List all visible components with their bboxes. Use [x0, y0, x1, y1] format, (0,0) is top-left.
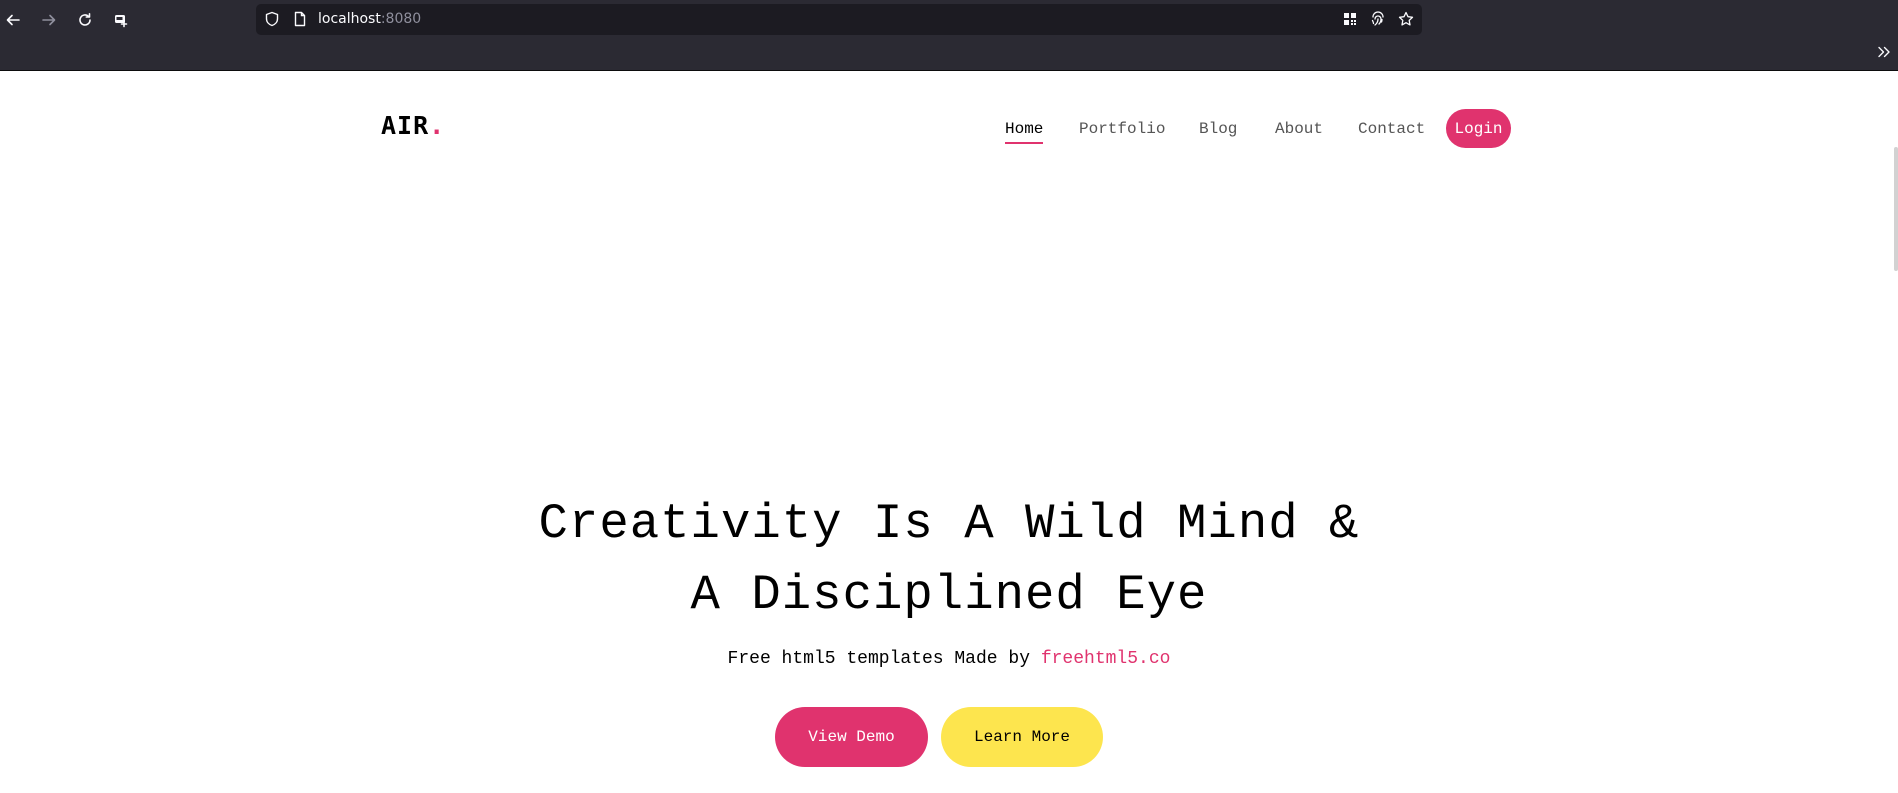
url-text[interactable]: localhost:8080: [318, 10, 421, 29]
main-nav: Home Portfolio Blog About Contact Login: [0, 109, 1898, 149]
url-port: :8080: [380, 11, 422, 27]
learn-more-label: Learn More: [973, 728, 1070, 746]
login-button-label: Login: [1454, 119, 1503, 138]
browser-toolbar: localhost:8080: [0, 0, 1898, 71]
reload-icon[interactable]: [73, 8, 97, 32]
hero-title: Creativity Is A Wild Mind & A Discipline…: [0, 489, 1898, 631]
learn-more-button[interactable]: Learn More: [941, 707, 1103, 767]
forward-arrow-icon[interactable]: [37, 8, 61, 32]
nav-item-home-label: Home: [1005, 120, 1044, 138]
screenshot-icon[interactable]: [109, 8, 133, 32]
nav-item-contact-label: Contact: [1358, 120, 1426, 138]
nav-item-blog[interactable]: Blog: [1199, 109, 1237, 149]
hero-subtitle-prefix: Free html5 templates Made by: [727, 649, 1041, 669]
shield-icon[interactable]: [264, 11, 280, 31]
hero-title-line-1: Creativity Is A Wild Mind &: [538, 496, 1360, 552]
page-content: AIR. Home Portfolio Blog About Contact L…: [0, 71, 1898, 793]
nav-item-about[interactable]: About: [1275, 109, 1323, 149]
back-arrow-icon[interactable]: [1, 8, 25, 32]
nav-item-portfolio[interactable]: Portfolio: [1079, 109, 1165, 149]
hero-title-line-2: A Disciplined Eye: [690, 567, 1208, 623]
url-host: localhost: [318, 11, 381, 27]
fingerprint-icon[interactable]: [1370, 11, 1386, 31]
bookmark-star-icon[interactable]: [1398, 11, 1414, 31]
scrollbar-thumb[interactable]: [1894, 147, 1898, 271]
nav-item-about-label: About: [1275, 120, 1324, 138]
url-bar[interactable]: localhost:8080: [256, 4, 1422, 35]
nav-item-portfolio-label: Portfolio: [1079, 120, 1166, 138]
page-icon[interactable]: [292, 11, 308, 31]
hero-subtitle: Free html5 templates Made by freehtml5.c…: [0, 649, 1898, 669]
active-nav-underline: [1005, 142, 1044, 144]
nav-item-home[interactable]: Home: [1005, 109, 1044, 149]
login-button[interactable]: Login: [1446, 109, 1511, 148]
view-demo-button[interactable]: View Demo: [775, 707, 928, 767]
nav-item-blog-label: Blog: [1199, 120, 1238, 138]
freehtml5-link[interactable]: freehtml5.co: [1041, 649, 1171, 669]
overflow-chevron-icon[interactable]: [1876, 44, 1892, 64]
qr-grid-icon[interactable]: [1342, 11, 1358, 31]
nav-item-contact[interactable]: Contact: [1358, 109, 1425, 149]
view-demo-label: View Demo: [808, 728, 895, 746]
hero-buttons: View Demo Learn More: [0, 707, 1898, 767]
